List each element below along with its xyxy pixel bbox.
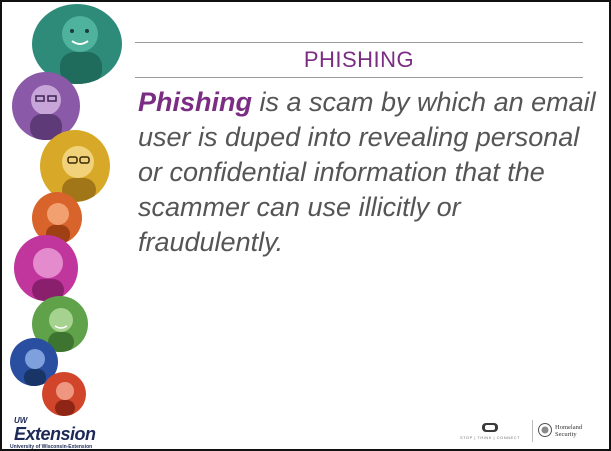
footer-divider	[532, 420, 533, 442]
stop-think-connect-text: STOP | THINK | CONNECT	[460, 435, 520, 440]
homeland-security-line2: Security	[555, 431, 577, 438]
portrait-red	[42, 372, 86, 416]
portrait-yellow	[40, 130, 110, 202]
dhs-seal-icon	[538, 423, 552, 437]
homeland-security-line1: Homeland	[555, 424, 583, 431]
title-rule-bottom	[135, 77, 583, 78]
extension-logo-name: Extension	[14, 424, 96, 444]
portrait-magenta-image	[14, 235, 78, 301]
slide-title: PHISHING	[303, 47, 415, 72]
body-term: Phishing	[138, 87, 252, 117]
portrait-column	[2, 2, 132, 422]
slide: PHISHING Phishing is a scam by which an …	[0, 0, 611, 451]
homeland-security-text: Homeland Security	[555, 424, 582, 438]
portrait-red-image	[42, 372, 86, 416]
slide-body: Phishing is a scam by which an email use…	[138, 85, 598, 260]
portrait-magenta	[14, 235, 78, 301]
extension-logo-subtitle: University of Wisconsin-Extension	[10, 444, 93, 450]
portrait-yellow-image	[40, 130, 110, 202]
